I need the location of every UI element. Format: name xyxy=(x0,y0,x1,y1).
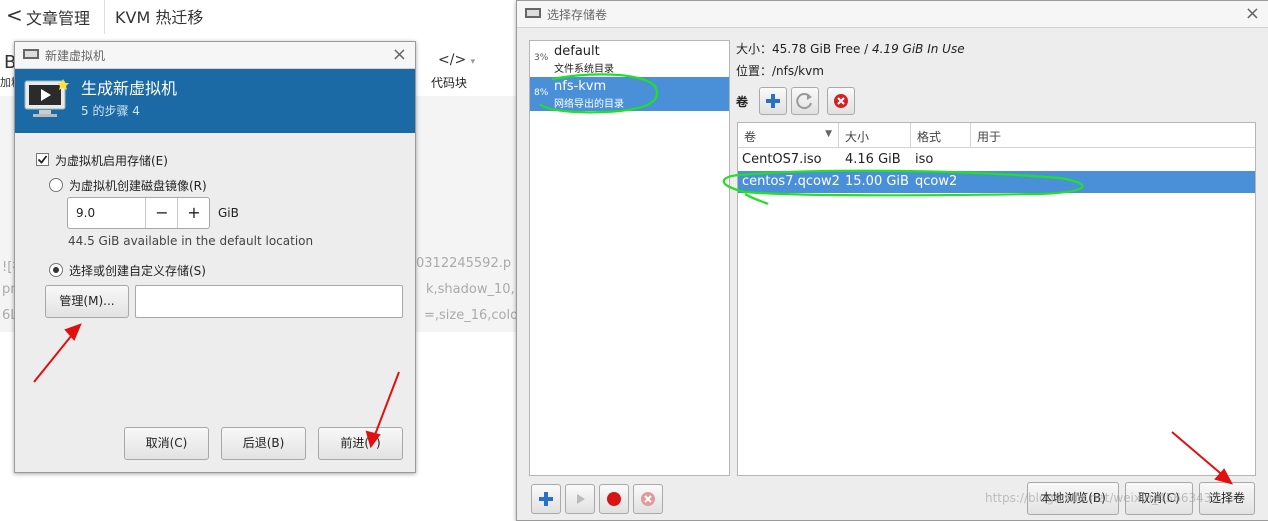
red-arrow-manage xyxy=(33,323,82,383)
red-arrow-forward xyxy=(365,371,400,449)
annotation-overlay xyxy=(33,73,1233,485)
green-circle-nfs-kvm xyxy=(539,73,658,114)
green-circle-qcow2 xyxy=(722,169,1084,205)
red-arrow-choose xyxy=(1171,431,1233,485)
